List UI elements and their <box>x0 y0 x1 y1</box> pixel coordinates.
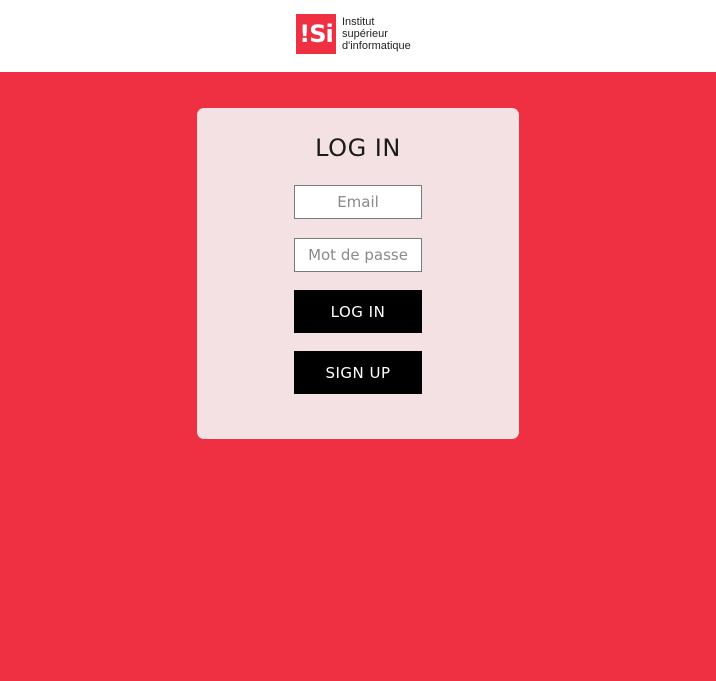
isi-logo[interactable]: !Si Institut supérieur d'informatique <box>296 14 411 54</box>
header-bar: !Si Institut supérieur d'informatique <box>0 0 716 72</box>
password-input[interactable] <box>294 238 422 272</box>
login-title: LOG IN <box>315 134 401 162</box>
login-button[interactable]: LOG IN <box>294 290 422 333</box>
email-input[interactable] <box>294 185 422 219</box>
isi-logo-text: Institut supérieur d'informatique <box>342 16 411 52</box>
signup-button[interactable]: SIGN UP <box>294 351 422 394</box>
isi-logo-mark: !Si <box>296 14 336 54</box>
